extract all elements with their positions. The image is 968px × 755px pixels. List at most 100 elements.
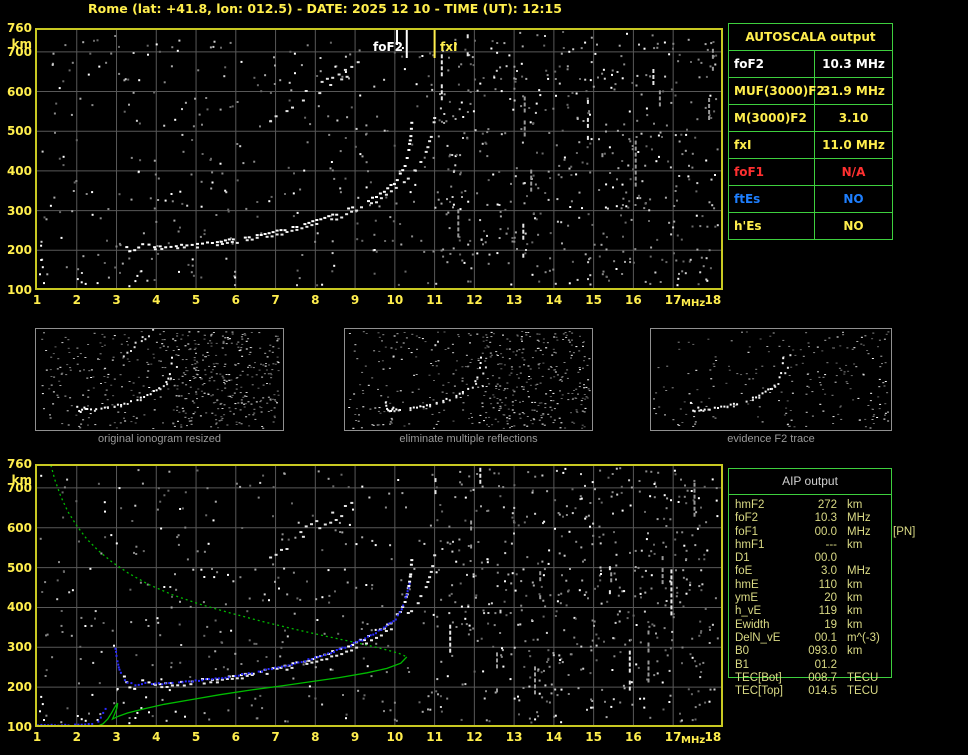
aip-row: foF2 10.3 MHz [735,512,889,525]
y-tick-label: 300 [6,640,32,655]
x-tick-label: 10 [386,293,404,307]
aip-row: h_vE 119 km [735,605,889,618]
aip-row-u: m^(-3) [847,631,880,644]
aip-row: foF1 00.0 MHz [PN] [735,525,915,539]
autoscala-row-label: ftEs [729,186,815,212]
aip-row-v: 01.2 [814,658,837,671]
x-tick-label: 4 [152,293,161,307]
autoscala-row: MUF(3000)F2 31.9 MHz [729,78,892,105]
autoscala-row-value: NO [843,192,864,206]
x-tick-label: 14 [545,730,563,744]
aip-rows: hmF2 272 km foF2 10.3 MHz foF1 00.0 MHz [PN] hmF1 -… [735,499,915,698]
aip-row-n: [PN] [893,525,916,538]
aip-row-u: km [847,538,863,551]
autoscala-app-window: Rome (lat: +41.8, lon: 012.5) - DATE: 20… [0,0,968,755]
aip-row-v: 014.5 [808,685,837,698]
aip-row-l: B1 [735,658,750,671]
aip-row-v: 20 [824,592,837,605]
x-tick-label: 18 [704,730,722,744]
aip-row: hmF2 272 km [735,499,889,512]
aip-row-v: 093.0 [808,645,837,658]
aip-row: hmE 110 km [735,579,889,592]
x-axis-unit-label: MHz [681,298,706,309]
aip-row: TEC[Bot] 008.7 TECU [735,672,889,685]
aip-row-l: DelN_vE [735,631,781,644]
aip-row-u: km [847,645,863,658]
x-tick-label: 16 [625,293,642,307]
aip-row-u: MHz [847,525,871,538]
x-tick-label: 11 [426,293,443,307]
thumbnail-f2-canvas [653,331,890,429]
aip-row-u [847,659,887,672]
aip-row-v: 110 [818,578,837,591]
aip-row: B0 093.0 km [735,645,889,658]
x-tick-label: 1 [32,730,42,744]
aip-row: ymE 20 km [735,592,889,605]
autoscala-row-value: 11.0 MHz [822,138,885,152]
aip-row-l: foE [735,565,753,578]
y-tick-label: 500 [6,560,32,575]
autoscala-row-label: h'Es [729,213,815,239]
aip-row-u [847,552,887,565]
aip-row-v: 10.3 [814,512,837,525]
y-tick-label: 200 [6,243,32,258]
y-tick-label: 200 [6,680,32,695]
aip-row-u: MHz [847,565,871,578]
x-tick-label: 8 [311,293,320,307]
x-tick-label: 2 [72,293,81,307]
x-tick-label: 12 [466,730,483,744]
x-tick-label: 1 [32,293,42,307]
y-tick-label: 600 [6,84,32,99]
y-tick-label: 760 [6,457,32,471]
aip-row-v: 00.0 [814,552,837,565]
x-tick-label: 12 [466,293,483,307]
caption-evidence-f2-trace: evidence F2 trace [727,433,815,445]
x-tick-label: 10 [386,730,404,744]
x-tick-label: 11 [426,730,443,744]
aip-row-l: Ewidth [735,618,770,631]
x-tick-label: 8 [311,730,320,744]
x-tick-label: 16 [625,730,642,744]
x-tick-label: 13 [505,730,523,744]
aip-row: DelN_vE 00.1 m^(-3) [735,632,889,645]
top-ionogram-plot [35,28,723,290]
aip-row-v: --- [825,538,838,551]
aip-row: B1 01.2 [735,659,889,672]
x-tick-label: 5 [191,293,201,307]
autoscala-row-label: M(3000)F2 [729,105,815,131]
aip-row-l: TEC[Bot] [735,671,782,684]
aip-title: AIP output [729,469,891,495]
y-tick-label: 400 [6,163,32,178]
station-title: Rome (lat: +41.8, lon: 012.5) - DATE: 20… [88,1,562,16]
autoscala-row: M(3000)F2 3.10 [729,105,892,132]
x-tick-label: 18 [704,293,722,307]
aip-row-v: 00.1 [814,631,837,644]
x-tick-label: 3 [112,730,121,744]
aip-row-u: km [847,592,863,605]
autoscala-row: foF2 10.3 MHz [729,51,892,78]
autoscala-table: AUTOSCALA output foF2 10.3 MHz MUF(3000)F2… [728,23,893,240]
autoscala-rows: foF2 10.3 MHz MUF(3000)F2 31.9 MHz M(3000)F2… [729,51,892,239]
aip-row-l: hmE [735,578,759,591]
autoscala-row-value: 3.10 [838,111,869,125]
aip-row-l: B0 [735,645,750,658]
aip-row-l: hmF1 [735,538,765,551]
aip-row: D1 00.0 [735,552,889,565]
aip-table: AIP output hmF2 272 km foF2 10.3 MHz foF1 00.0 M… [728,468,915,697]
y-axis-unit-label: km [11,37,32,51]
autoscala-row-value: 10.3 MHz [822,57,885,71]
aip-row-u: km [847,605,863,618]
autoscala-row-label: foF1 [729,159,815,185]
fof2-marker-label: foF2 [372,40,403,54]
aip-row-l: hmF2 [735,499,765,511]
autoscala-row: ftEs NO [729,186,892,213]
aip-row-u: MHz [847,512,871,525]
aip-row: Ewidth 19 km [735,619,889,632]
x-axis-unit-label: MHz [681,735,706,746]
aip-row-u: km [847,499,863,511]
x-tick-label: 6 [231,293,240,307]
aip-row-v: 008.7 [808,671,837,684]
x-tick-label: 13 [505,293,523,307]
caption-eliminate-reflections: eliminate multiple reflections [399,433,538,445]
x-tick-label: 7 [271,730,280,744]
